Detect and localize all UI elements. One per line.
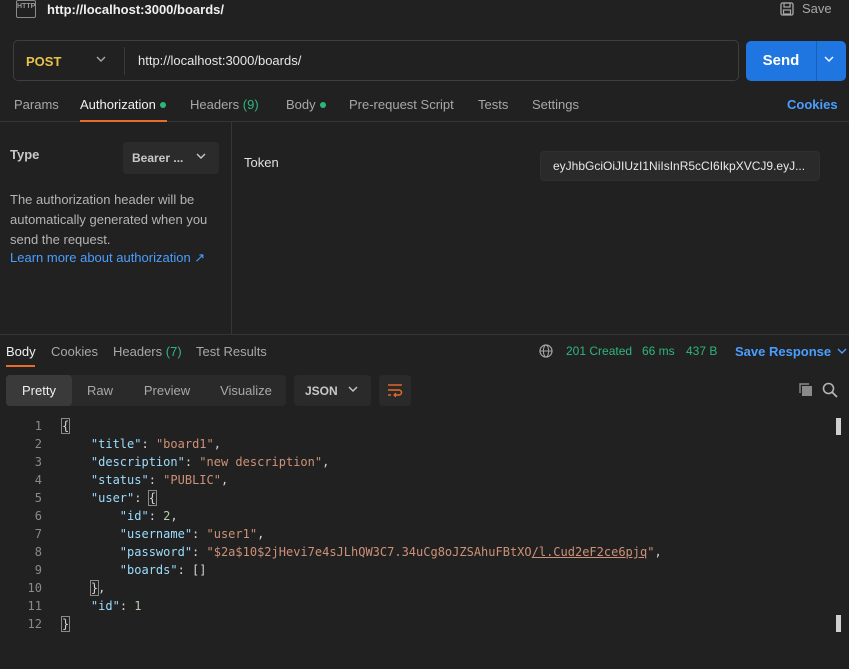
status-dot: [159, 101, 166, 108]
line-number: 9: [34, 563, 42, 577]
save-button[interactable]: Save: [780, 1, 832, 16]
headers-count: (9): [242, 97, 259, 112]
url-bar: POST: [13, 40, 739, 81]
panel-divider[interactable]: [231, 122, 232, 334]
divider: [816, 41, 817, 81]
line-number: 5: [34, 491, 42, 505]
tab-headers-label: Headers: [190, 97, 240, 112]
cookies-link[interactable]: Cookies: [787, 97, 838, 112]
line-number: 1: [34, 419, 42, 433]
tab-headers[interactable]: Headers (9): [190, 97, 259, 112]
method-select[interactable]: POST: [26, 54, 61, 69]
divider: [124, 47, 125, 75]
scrollbar-marker[interactable]: [836, 418, 841, 435]
status-code[interactable]: 201 Created: [566, 344, 632, 358]
globe-icon[interactable]: [539, 344, 553, 358]
save-response-label: Save Response: [735, 344, 832, 359]
response-headers-count: (7): [165, 344, 182, 359]
response-tab-headers-label: Headers: [113, 344, 163, 359]
chevron-down-icon[interactable]: [96, 56, 106, 63]
value-title: board1: [163, 437, 207, 451]
tab-params[interactable]: Params: [14, 97, 59, 112]
line-number: 12: [27, 617, 42, 631]
value-username: user1: [213, 527, 250, 541]
value-description: new description: [206, 455, 315, 469]
send-button[interactable]: Send: [746, 41, 816, 81]
value-user-id: 2: [163, 509, 171, 523]
chevron-down-icon: [837, 348, 847, 354]
view-mode-tabs: Pretty Raw Preview Visualize: [6, 375, 286, 406]
tab-authorization[interactable]: Authorization: [80, 97, 166, 112]
response-size[interactable]: 437 B: [686, 344, 717, 358]
request-title[interactable]: http://localhost:3000/boards/: [47, 2, 224, 17]
chevron-down-icon: [348, 386, 358, 392]
send-options-chevron-icon[interactable]: [824, 56, 834, 63]
learn-more-link[interactable]: Learn more about authorization ↗: [10, 250, 205, 266]
value-id: 1: [134, 599, 142, 613]
response-tab-body[interactable]: Body: [6, 344, 36, 359]
request-tabs: Params Authorization Headers (9) Body Pr…: [0, 90, 849, 122]
value-boards: []: [192, 563, 207, 577]
wrap-lines-icon: [388, 384, 403, 397]
tab-body[interactable]: Body: [286, 97, 326, 112]
value-password: $2a$10$2jHevi7e4sJLhQW3C7.34uCg8oJZSAhuF…: [213, 545, 532, 559]
scrollbar-marker[interactable]: [836, 615, 841, 632]
response-tab-test-results[interactable]: Test Results: [196, 344, 267, 359]
line-number: 2: [34, 437, 42, 451]
response-time[interactable]: 66 ms: [642, 344, 675, 358]
save-label: Save: [802, 1, 832, 16]
view-tab-preview[interactable]: Preview: [128, 375, 206, 406]
format-value: JSON: [305, 384, 338, 398]
save-icon: [780, 1, 794, 16]
tab-tests[interactable]: Tests: [478, 97, 508, 112]
line-number: 3: [34, 455, 42, 469]
view-tab-raw[interactable]: Raw: [72, 375, 128, 406]
auth-description: The authorization header will be automat…: [10, 192, 208, 247]
response-tab-headers[interactable]: Headers (7): [113, 344, 182, 359]
line-number: 6: [34, 509, 42, 523]
token-input[interactable]: eyJhbGciOiJIUzI1NiIsInR5cCI6IkpXVCJ9.eyJ…: [540, 151, 820, 181]
view-tab-pretty[interactable]: Pretty: [6, 375, 72, 406]
save-response-button[interactable]: Save Response: [735, 344, 847, 359]
token-label: Token: [244, 155, 279, 170]
line-number: 4: [34, 473, 42, 487]
active-tab-indicator: [80, 120, 167, 122]
tab-authorization-label: Authorization: [80, 97, 156, 112]
chevron-down-icon: [196, 153, 206, 159]
search-icon[interactable]: [822, 382, 838, 398]
view-tab-visualize[interactable]: Visualize: [206, 375, 286, 406]
active-tab-indicator: [6, 365, 35, 367]
auth-type-select[interactable]: Bearer ...: [123, 142, 219, 174]
url-input[interactable]: [138, 53, 718, 68]
send-button-group[interactable]: Send: [746, 41, 846, 81]
copy-icon[interactable]: [798, 382, 814, 398]
http-request-icon: HTTP: [16, 0, 36, 18]
value-password-link[interactable]: /l.Cud2eF2ce6pjq: [532, 545, 648, 559]
auth-type-label: Type: [10, 147, 40, 162]
tab-settings[interactable]: Settings: [532, 97, 579, 112]
response-tab-cookies[interactable]: Cookies: [51, 344, 98, 359]
line-number: 8: [34, 545, 42, 559]
request-title-bar: HTTP http://localhost:3000/boards/ Save: [0, 0, 849, 22]
token-value: eyJhbGciOiJIUzI1NiIsInR5cCI6IkpXVCJ9.eyJ…: [553, 159, 806, 173]
response-divider[interactable]: [0, 334, 849, 335]
tab-prerequest-script[interactable]: Pre-request Script: [349, 97, 454, 112]
value-status: PUBLIC: [170, 473, 214, 487]
wrap-lines-button[interactable]: [379, 375, 411, 406]
line-number: 11: [27, 599, 42, 613]
line-number: 10: [27, 581, 42, 595]
auth-type-value: Bearer ...: [132, 151, 184, 165]
line-number: 7: [34, 527, 42, 541]
status-dot: [319, 101, 326, 108]
format-select[interactable]: JSON: [294, 375, 371, 406]
tab-body-label: Body: [286, 97, 316, 112]
